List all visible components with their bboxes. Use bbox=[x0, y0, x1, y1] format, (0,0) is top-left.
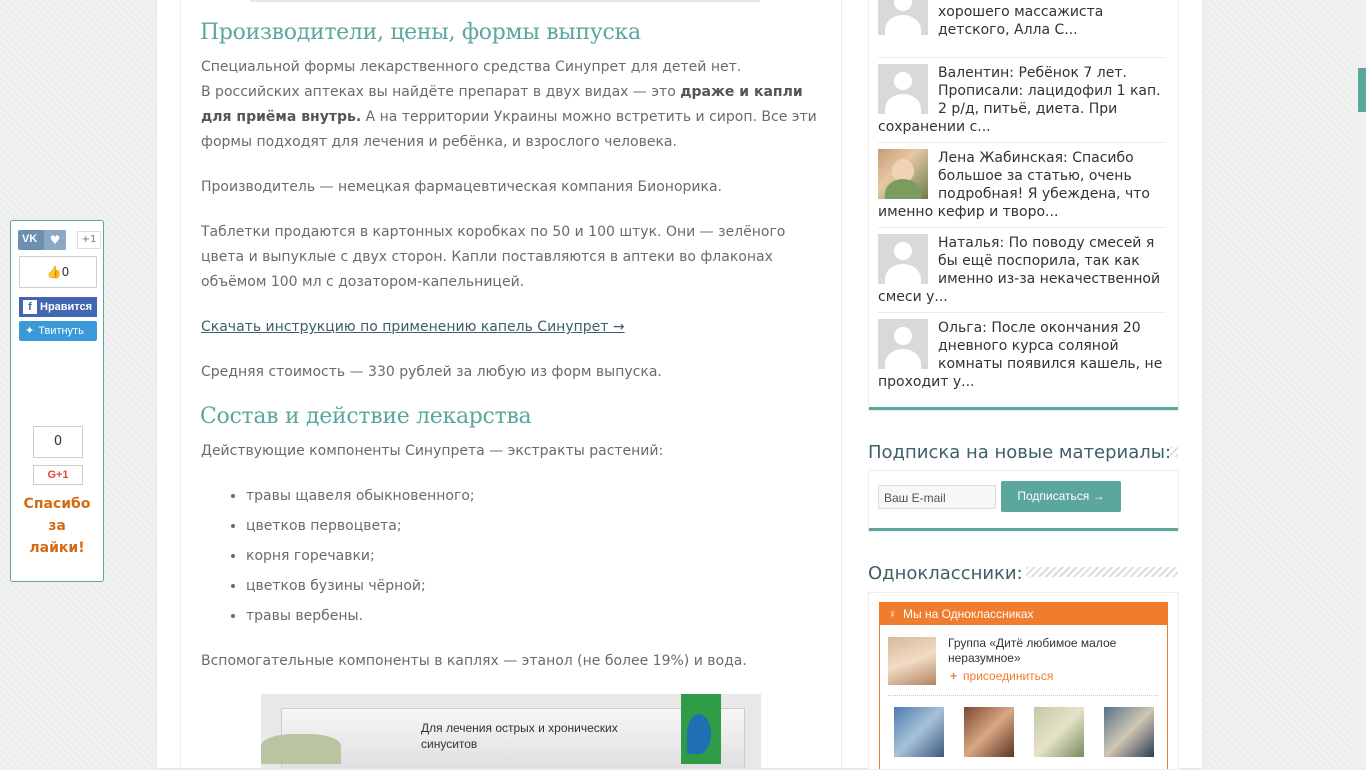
comment-item[interactable]: У меня есть контакты хорошего массажиста… bbox=[878, 0, 1166, 39]
divider bbox=[878, 57, 1166, 58]
scrollbar[interactable] bbox=[1358, 0, 1366, 768]
subscribe-button[interactable]: Подписаться → bbox=[1001, 481, 1121, 512]
comment-item[interactable]: Валентин: Ребёнок 7 лет. Прописали: лаци… bbox=[878, 64, 1166, 136]
paragraph-price: Средняя стоимость — 330 рублей за любую … bbox=[201, 364, 662, 380]
social-share-panel: VK ♥ +1 👍0 f Нравится ✦ Твитнуть 0 G+1 Спа… bbox=[10, 220, 104, 582]
ok-member-avatar[interactable] bbox=[1034, 707, 1084, 757]
widget-bottom-border bbox=[869, 528, 1178, 531]
twitter-bird-icon: ✦ bbox=[25, 325, 35, 337]
ok-header: ♀ Мы на Одноклассниках bbox=[880, 603, 1167, 625]
paragraph-ingredients-intro: Действующие компоненты Синупрета — экстр… bbox=[201, 443, 664, 459]
gplus-count: 0 bbox=[33, 426, 83, 458]
divider bbox=[878, 227, 1166, 228]
email-input[interactable]: Ваш E-mail bbox=[878, 485, 996, 509]
ok-group-image[interactable] bbox=[888, 637, 936, 685]
ok-join-label: присоединиться bbox=[963, 669, 1054, 683]
list-item: цветков первоцвета; bbox=[246, 514, 475, 544]
ok-member-avatar[interactable] bbox=[894, 707, 944, 757]
ok-header-label: Мы на Одноклассниках bbox=[903, 607, 1034, 621]
twitter-tweet-button[interactable]: ✦ Твитнуть bbox=[19, 321, 97, 341]
paragraph-forms-line1: Специальной формы лекарственного средств… bbox=[201, 59, 742, 75]
subscribe-title: Подписка на новые материалы: bbox=[868, 442, 1172, 463]
comment-text: У меня есть контакты хорошего массажиста… bbox=[938, 0, 1104, 38]
ok-group-name[interactable]: Группа «Дитё любимое малое неразумное» bbox=[948, 636, 1158, 666]
widget-bottom-border bbox=[869, 407, 1178, 410]
avatar bbox=[878, 234, 928, 284]
heading-manufacturers: Производители, цены, формы выпуска bbox=[200, 20, 641, 45]
avatar bbox=[878, 149, 928, 199]
thanks-text: Спасибо за лайки! bbox=[23, 496, 91, 556]
facebook-label: Нравится bbox=[40, 301, 93, 313]
comment-item[interactable]: Лена Жабинская: Спасибо большое за стать… bbox=[878, 149, 1166, 221]
twitter-label: Твитнуть bbox=[38, 325, 84, 337]
comment-item[interactable]: Наталья: По поводу смесей я бы ещё поспо… bbox=[878, 234, 1166, 306]
avatar bbox=[878, 64, 928, 114]
ok-logo-icon: ♀ bbox=[888, 607, 897, 621]
list-item: травы вербены. bbox=[246, 604, 475, 634]
heading-composition: Состав и действие лекарства bbox=[200, 404, 532, 429]
comment-item[interactable]: Ольга: После окончания 20 дневного курса… bbox=[878, 319, 1166, 391]
list-item: травы щавеля обыкновенного; bbox=[246, 484, 475, 514]
ok-member-avatar[interactable] bbox=[964, 707, 1014, 757]
paragraph-forms: Специальной формы лекарственного средств… bbox=[201, 55, 826, 155]
divider bbox=[878, 142, 1166, 143]
facebook-like-button[interactable]: f Нравится bbox=[19, 297, 97, 317]
vk-icon: VK bbox=[22, 233, 38, 245]
ok-member-avatar[interactable] bbox=[1104, 707, 1154, 757]
thumbs-up-icon: 👍 bbox=[46, 265, 62, 279]
paragraph-manufacturer: Производитель — немецкая фармацевтическа… bbox=[201, 179, 722, 195]
list-item: корня горечавки; bbox=[246, 544, 475, 574]
top-divider bbox=[250, 0, 760, 2]
download-instruction-link[interactable]: Скачать инструкцию по применению капель … bbox=[201, 315, 625, 340]
heart-icon: ♥ bbox=[44, 230, 66, 250]
ok-group-card: ♀ Мы на Одноклассниках Группа «Дитё любим… bbox=[879, 602, 1168, 769]
avatar bbox=[878, 319, 928, 369]
like-count: 0 bbox=[61, 265, 70, 279]
vk-like-button[interactable]: VK ♥ bbox=[18, 230, 66, 250]
gplus-button[interactable]: G+1 bbox=[33, 465, 83, 485]
paragraph-forms-line2: В российских аптеках вы найдёте препарат… bbox=[201, 84, 681, 100]
plus-icon: + bbox=[950, 669, 958, 683]
vk-count: +1 bbox=[77, 231, 101, 249]
pills-graphic bbox=[261, 734, 341, 764]
like-count-button[interactable]: 👍0 bbox=[19, 256, 97, 288]
scrollbar-thumb[interactable] bbox=[1358, 68, 1366, 112]
paragraph-excipients: Вспомогательные компоненты в каплях — эт… bbox=[201, 653, 747, 669]
list-item: цветков бузины чёрной; bbox=[246, 574, 475, 604]
paragraph-packaging: Таблетки продаются в картонных коробках … bbox=[201, 224, 786, 290]
ok-title: Одноклассники: bbox=[868, 563, 1023, 584]
product-image-text: Для лечения острых и хронических синусит… bbox=[421, 721, 618, 751]
product-logo-icon bbox=[687, 714, 711, 754]
facebook-icon: f bbox=[23, 300, 37, 314]
divider bbox=[888, 695, 1158, 696]
title-hatch bbox=[1170, 447, 1178, 457]
title-hatch bbox=[1026, 567, 1178, 577]
avatar bbox=[878, 0, 928, 35]
product-image: Для лечения острых и хронических синусит… bbox=[261, 694, 761, 768]
ok-join-button[interactable]: + присоединиться bbox=[950, 669, 1053, 683]
ingredients-list: травы щавеля обыкновенного; цветков перв… bbox=[226, 484, 475, 634]
divider bbox=[878, 312, 1166, 313]
